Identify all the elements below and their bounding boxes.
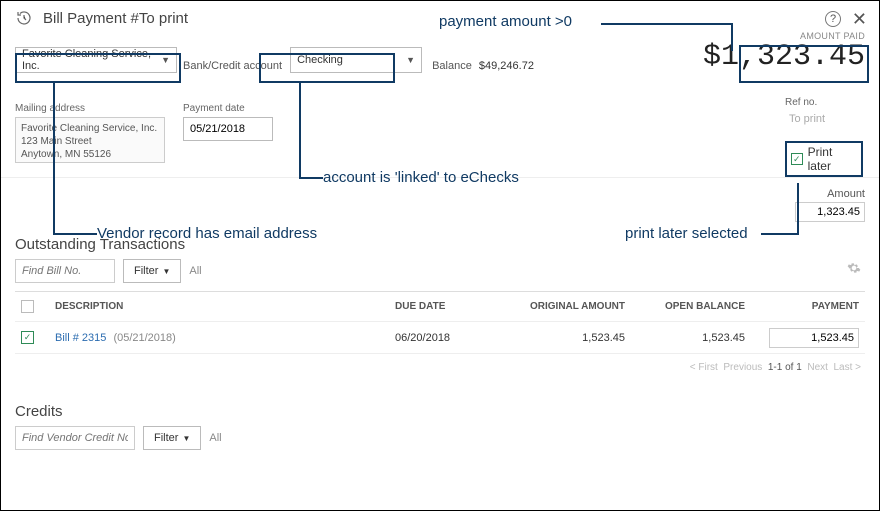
mailing-block: Mailing address Favorite Cleaning Servic… <box>15 103 165 163</box>
annotation-line <box>53 83 55 233</box>
chevron-down-icon: ▼ <box>162 267 170 276</box>
amount-input[interactable] <box>795 202 865 222</box>
cell-due: 06/20/2018 <box>395 332 505 344</box>
credits-filters: Filter ▼ All <box>1 426 879 458</box>
pager-prev[interactable]: Previous <box>723 362 762 373</box>
annotation-line <box>731 23 733 51</box>
select-all-checkbox[interactable]: ✓ <box>21 300 34 313</box>
filter-all-label: All <box>189 265 201 277</box>
gear-icon[interactable] <box>847 261 861 278</box>
bill-date: (05/21/2018) <box>113 332 175 344</box>
payment-date-label: Payment date <box>183 103 283 114</box>
header-bar: Bill Payment #To print ? ✕ <box>1 1 879 31</box>
credits-all-label: All <box>209 432 221 444</box>
annotation-box-amount <box>739 45 869 83</box>
chevron-down-icon: ▼ <box>406 55 415 65</box>
cell-original: 1,523.45 <box>505 332 635 344</box>
mailing-address[interactable]: Favorite Cleaning Service, Inc. 123 Main… <box>15 117 165 163</box>
annotation-line <box>797 183 799 235</box>
amount-row: Amount <box>1 177 879 228</box>
outstanding-title: Outstanding Transactions <box>1 228 879 259</box>
bill-link[interactable]: Bill # 2315 <box>55 332 106 344</box>
annotation-line <box>299 83 301 177</box>
find-bill-input[interactable] <box>15 259 115 283</box>
find-credit-input[interactable] <box>15 426 135 450</box>
col-payment: PAYMENT <box>755 301 865 312</box>
outstanding-table: ✓ DESCRIPTION DUE DATE ORIGINAL AMOUNT O… <box>15 291 865 354</box>
credits-filter-button[interactable]: Filter ▼ <box>143 426 201 450</box>
ref-value: To print <box>785 111 865 127</box>
balance-display: Balance $49,246.72 <box>432 50 534 72</box>
close-icon[interactable]: ✕ <box>852 9 867 30</box>
amount-label: Amount <box>765 188 865 200</box>
mailing-label: Mailing address <box>15 103 165 114</box>
pager-range: 1-1 of 1 <box>768 362 802 373</box>
cell-open: 1,523.45 <box>635 332 755 344</box>
help-icon[interactable]: ? <box>825 11 841 27</box>
col-due: DUE DATE <box>395 301 505 312</box>
payment-date-block: Payment date <box>183 103 283 141</box>
col-description: DESCRIPTION <box>51 301 395 312</box>
mid-row: Mailing address Favorite Cleaning Servic… <box>1 87 879 177</box>
payment-input[interactable] <box>769 328 859 348</box>
table-row: ✓ Bill # 2315 (05/21/2018) 06/20/2018 1,… <box>15 322 865 354</box>
page-title: Bill Payment #To print <box>43 10 188 27</box>
pager: < First Previous 1-1 of 1 Next Last > <box>1 354 879 381</box>
ref-block: Ref no. To print ✓ Print later <box>785 97 865 177</box>
print-later-checkbox[interactable]: ✓ Print later <box>785 141 863 177</box>
pager-last[interactable]: Last > <box>833 362 861 373</box>
annotation-box-vendor <box>15 53 181 83</box>
annotation-line <box>53 233 97 235</box>
print-later-label: Print later <box>808 145 857 173</box>
history-icon[interactable] <box>15 9 33 27</box>
chevron-down-icon: ▼ <box>182 434 190 443</box>
ref-label: Ref no. <box>785 97 865 108</box>
filter-button[interactable]: Filter ▼ <box>123 259 181 283</box>
annotation-box-account <box>259 53 395 83</box>
table-header: ✓ DESCRIPTION DUE DATE ORIGINAL AMOUNT O… <box>15 292 865 322</box>
annotation-line <box>761 233 797 235</box>
pager-first[interactable]: < First <box>690 362 718 373</box>
check-icon: ✓ <box>791 153 803 165</box>
row-checkbox[interactable]: ✓ <box>21 331 34 344</box>
credits-title: Credits <box>1 395 879 426</box>
pager-next[interactable]: Next <box>807 362 828 373</box>
annotation-line <box>299 177 323 179</box>
annotation-line <box>601 23 731 25</box>
col-open: OPEN BALANCE <box>635 301 755 312</box>
payment-date-input[interactable] <box>183 117 273 141</box>
outstanding-filters: Filter ▼ All <box>1 259 879 291</box>
col-original: ORIGINAL AMOUNT <box>505 301 635 312</box>
